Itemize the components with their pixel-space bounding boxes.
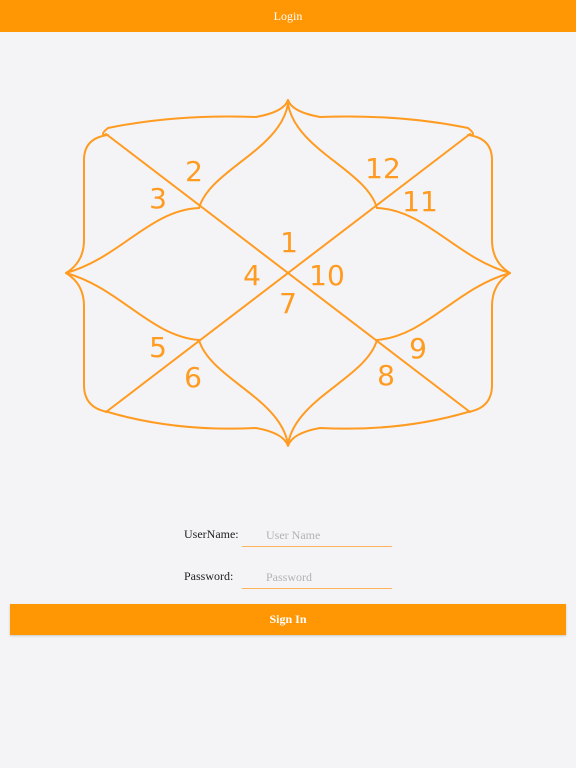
house-number-6: 6: [184, 361, 202, 394]
house-number-12: 12: [365, 152, 401, 185]
password-label: Password:: [184, 569, 234, 583]
house-number-11: 11: [402, 185, 438, 218]
house-number-9: 9: [409, 332, 427, 365]
page-title: Login: [273, 8, 303, 23]
username-input[interactable]: [242, 525, 392, 547]
chart-petal-top: [198, 103, 378, 209]
chart-petal-left: [65, 207, 200, 341]
house-number-5: 5: [149, 331, 167, 364]
username-label: UserName:: [184, 527, 239, 541]
password-input[interactable]: [242, 567, 392, 589]
house-number-1: 1: [280, 226, 298, 259]
house-number-8: 8: [377, 359, 395, 392]
house-number-7: 7: [279, 287, 297, 320]
sign-in-button[interactable]: Sign In: [10, 604, 566, 635]
title-bar: Login: [0, 0, 576, 32]
house-number-2: 2: [185, 155, 203, 188]
house-number-4: 4: [243, 259, 261, 292]
chart-petal-right: [376, 207, 511, 341]
house-number-3: 3: [149, 182, 167, 215]
house-number-10: 10: [309, 259, 345, 292]
horoscope-chart-logo: 1 2 3 4 5 6 7 8 9 10 11 12: [60, 96, 516, 452]
